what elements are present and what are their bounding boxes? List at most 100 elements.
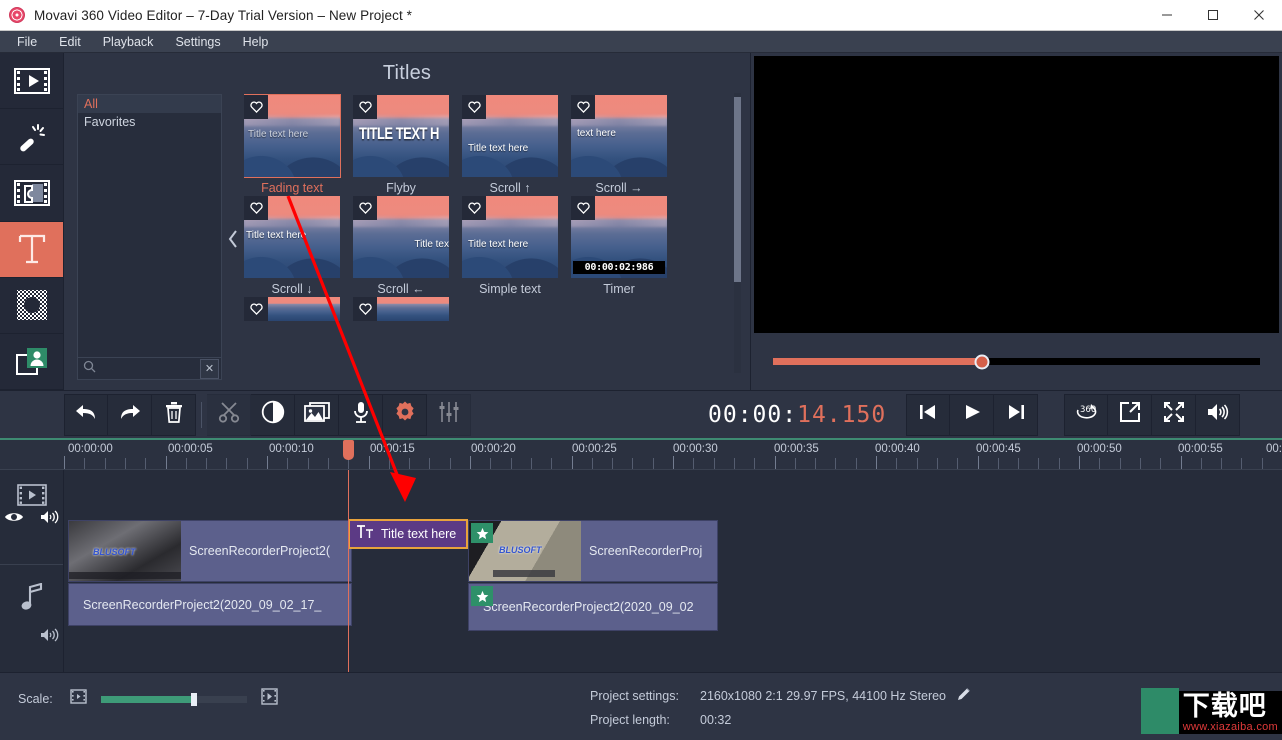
ruler-tick <box>1160 458 1162 469</box>
close-button[interactable] <box>1236 0 1282 30</box>
fullscreen-button[interactable] <box>1152 393 1197 436</box>
timeline-title-clip[interactable]: Title text here <box>348 519 468 549</box>
play-button[interactable] <box>950 393 995 436</box>
title-tile-flyby[interactable]: TITLE TEXT H Flyby <box>353 95 462 195</box>
film-play-icon <box>13 67 50 94</box>
favorite-toggle[interactable] <box>353 196 377 220</box>
title-tile-fading-text[interactable]: Title text here Fading text <box>244 94 353 195</box>
timeline-ruler[interactable]: 00:00:00 00:00:05 00:00:10 00:00:15 00:0… <box>0 440 1282 470</box>
pencil-icon[interactable] <box>956 686 972 705</box>
ruler-tick <box>1221 458 1223 469</box>
volume-button[interactable] <box>1196 393 1241 436</box>
rail-item-titles[interactable] <box>0 221 63 278</box>
favorite-toggle[interactable] <box>353 95 377 119</box>
preview-seek-row <box>751 333 1282 390</box>
scale-slider[interactable] <box>100 692 247 706</box>
skip-forward-icon <box>1005 402 1027 427</box>
title-tile-timer[interactable]: 00:00:02:986 Timer <box>571 196 680 296</box>
category-item-favorites[interactable]: Favorites <box>78 113 221 131</box>
collapse-categories-button[interactable] <box>222 91 244 390</box>
split-button[interactable] <box>207 393 251 436</box>
category-item-all[interactable]: All <box>78 95 221 113</box>
menu-file[interactable]: File <box>6 32 48 52</box>
scale-slider-handle[interactable] <box>191 692 198 706</box>
checkered-circle-icon <box>16 289 48 321</box>
ruler-label: 00:00:25 <box>572 443 617 455</box>
ruler-tick <box>632 458 634 469</box>
title-tile-scroll-right[interactable]: text here Scroll → <box>571 95 680 195</box>
title-tile-partial-1[interactable] <box>244 297 353 321</box>
timeline-playhead[interactable] <box>348 470 349 672</box>
preview-seek-fill <box>773 358 983 365</box>
previous-frame-button[interactable] <box>906 393 951 436</box>
favorite-toggle[interactable] <box>571 95 595 119</box>
record-audio-button[interactable] <box>339 393 383 436</box>
heart-icon <box>249 202 263 214</box>
video-preview-canvas[interactable] <box>754 56 1279 333</box>
menu-playback[interactable]: Playback <box>92 32 165 52</box>
zoom-in-film-icon[interactable] <box>261 688 278 710</box>
rail-item-stickers[interactable] <box>0 278 63 334</box>
title-tile-label: Scroll ← <box>377 282 425 296</box>
playhead-handle[interactable] <box>343 440 354 460</box>
project-length-label: Project length: <box>590 713 670 727</box>
detach-view-button[interactable] <box>1108 393 1153 436</box>
equalizer-button[interactable] <box>427 393 471 436</box>
rail-item-import-media[interactable] <box>0 53 63 110</box>
favorite-toggle[interactable] <box>462 196 486 220</box>
preview-seek-handle[interactable] <box>974 354 990 369</box>
zoom-out-film-icon[interactable] <box>70 689 87 709</box>
redo-button[interactable] <box>108 393 152 436</box>
title-tile-thumbnail: Title text here <box>462 196 558 278</box>
scrollbar-thumb[interactable] <box>734 97 741 282</box>
view-360-button[interactable]: 360 <box>1064 393 1109 436</box>
title-tile-partial-2[interactable] <box>353 297 462 321</box>
maximize-button[interactable] <box>1190 0 1236 30</box>
title-tile-scroll-left[interactable]: Title tex Scroll ← <box>353 196 462 296</box>
chevron-left-icon <box>228 229 239 253</box>
favorite-toggle[interactable] <box>244 297 268 321</box>
title-tile-scroll-down[interactable]: Title text here Scroll ↓ <box>244 196 353 296</box>
title-tile-simple-text[interactable]: Title text here Simple text <box>462 196 571 296</box>
timeline-audio-clip-2[interactable]: ScreenRecorderProject2(2020_09_02 <box>468 583 718 631</box>
ruler-label: 00:00:00 <box>68 443 113 455</box>
timeline-tracks[interactable]: BLUSOFT ScreenRecorderProject2( Title te… <box>64 470 1282 672</box>
undo-button[interactable] <box>64 393 108 436</box>
speaker-icon[interactable] <box>40 509 60 530</box>
delete-button[interactable] <box>152 393 196 436</box>
heart-icon <box>358 202 372 214</box>
rail-item-filters[interactable] <box>0 109 63 166</box>
title-tile-scroll-up[interactable]: Title text here Scroll ↑ <box>462 95 571 195</box>
eye-icon[interactable] <box>4 510 24 529</box>
magic-wand-icon <box>17 122 47 152</box>
timeline-video-clip-1[interactable]: BLUSOFT ScreenRecorderProject2( <box>68 520 352 582</box>
titles-scrollbar[interactable] <box>734 93 741 373</box>
category-list-panel: All Favorites ✕ <box>77 94 222 380</box>
watermark-box: 下载吧 www.xiazaiba.com <box>1178 691 1282 734</box>
rail-item-chroma-key[interactable] <box>0 334 63 391</box>
preview-seek-slider[interactable] <box>773 354 1260 369</box>
color-adjust-button[interactable] <box>251 393 295 436</box>
next-frame-button[interactable] <box>994 393 1039 436</box>
menu-help[interactable]: Help <box>232 32 280 52</box>
menu-edit[interactable]: Edit <box>48 32 92 52</box>
favorite-toggle[interactable] <box>244 95 268 119</box>
menu-settings[interactable]: Settings <box>164 32 231 52</box>
favorite-toggle[interactable] <box>353 297 377 321</box>
favorite-toggle[interactable] <box>462 95 486 119</box>
crop-button[interactable] <box>295 393 339 436</box>
rail-item-transitions[interactable] <box>0 165 63 222</box>
timeline-audio-clip-1[interactable]: ScreenRecorderProject2(2020_09_02_17_ <box>68 583 352 626</box>
speaker-icon[interactable] <box>40 627 60 648</box>
timeline-video-clip-2[interactable]: BLUSOFT ScreenRecorderProj <box>468 520 718 582</box>
favorite-toggle[interactable] <box>244 196 268 220</box>
site-watermark: 下载吧 www.xiazaiba.com <box>1140 688 1282 734</box>
title-tile-thumbnail: text here <box>571 95 667 177</box>
clear-search-button[interactable]: ✕ <box>200 358 219 379</box>
title-tile-label: Flyby <box>386 181 416 195</box>
clip-properties-button[interactable] <box>383 393 427 436</box>
title-tile-thumbnail: Title text here <box>462 95 558 177</box>
minimize-button[interactable] <box>1144 0 1190 30</box>
favorite-toggle[interactable] <box>571 196 595 220</box>
heart-icon <box>249 303 263 315</box>
